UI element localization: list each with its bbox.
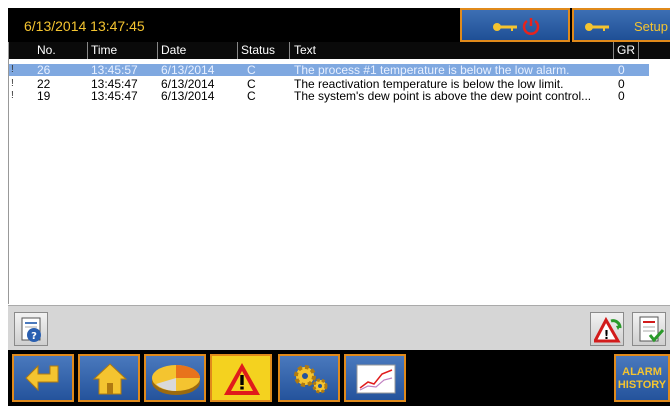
alarm-warning-icon xyxy=(224,363,260,395)
trends-button[interactable] xyxy=(344,354,406,402)
cell-status: C xyxy=(247,89,256,103)
help-button[interactable]: ? xyxy=(14,312,48,346)
column-header-text[interactable]: Text xyxy=(294,43,316,57)
cell-gr: 0 xyxy=(618,63,625,77)
top-bar: 6/13/2014 13:47:45 Setup xyxy=(8,8,670,42)
svg-text:?: ? xyxy=(31,331,37,342)
acknowledge-all-button[interactable] xyxy=(632,312,666,346)
cell-text: The process #1 temperature is below the … xyxy=(294,63,570,77)
cell-time: 13:45:57 xyxy=(91,63,138,77)
list-check-icon xyxy=(639,316,664,343)
table-header: No. Time Date Status Text GR xyxy=(9,42,670,59)
power-icon xyxy=(522,18,540,35)
key-icon xyxy=(493,23,517,31)
table-row[interactable]: ! 19 13:45:47 6/13/2014 C The system's d… xyxy=(9,90,649,102)
setup-button[interactable]: Setup xyxy=(572,8,670,42)
cell-no: 19 xyxy=(37,89,51,103)
column-header-no[interactable]: No. xyxy=(37,43,56,57)
alarm-history-label-line1: ALARM xyxy=(622,366,662,378)
alarm-flag: ! xyxy=(11,90,14,101)
key-icon xyxy=(585,23,609,31)
alarm-history-label-line2: HISTORY xyxy=(617,379,667,391)
column-header-time[interactable]: Time xyxy=(91,43,117,57)
column-header-date[interactable]: Date xyxy=(161,43,186,57)
cell-gr: 0 xyxy=(618,89,625,103)
pie-chart-icon xyxy=(152,365,200,395)
acknowledge-alarm-button[interactable]: ! xyxy=(590,312,624,346)
column-header-status[interactable]: Status xyxy=(241,43,275,57)
alarm-table: No. Time Date Status Text GR ! 26 13:45:… xyxy=(8,42,670,304)
setup-label: Setup xyxy=(634,19,668,34)
table-scroll-area[interactable] xyxy=(655,59,670,304)
svg-text:!: ! xyxy=(604,328,609,342)
current-datetime: 6/13/2014 13:47:45 xyxy=(24,18,145,34)
alarm-flag: ! xyxy=(11,78,14,89)
alarms-button[interactable] xyxy=(210,354,272,402)
trend-graph-icon xyxy=(356,364,396,394)
table-row[interactable]: ! 26 13:45:57 6/13/2014 C The process #1… xyxy=(9,64,649,76)
alarm-flag: ! xyxy=(11,64,14,75)
gears-icon xyxy=(294,365,328,394)
help-icon: ? xyxy=(21,317,41,342)
logout-button[interactable] xyxy=(460,8,570,42)
column-header-gr[interactable]: GR xyxy=(617,43,635,57)
cell-text: The system's dew point is above the dew … xyxy=(294,89,592,103)
alarm-refresh-icon: ! xyxy=(594,316,622,343)
home-button[interactable] xyxy=(78,354,140,402)
alarm-history-button[interactable]: ALARM HISTORY xyxy=(614,354,670,402)
home-icon xyxy=(92,363,128,395)
cell-no: 26 xyxy=(37,63,51,77)
cell-time: 13:45:47 xyxy=(91,89,138,103)
cell-status: C xyxy=(247,63,256,77)
back-button[interactable] xyxy=(12,354,74,402)
cell-date: 6/13/2014 xyxy=(161,89,215,103)
bottom-navigation: ALARM HISTORY xyxy=(8,350,670,406)
back-arrow-icon xyxy=(25,364,59,392)
alarm-toolbar: ? ! xyxy=(8,305,670,350)
cell-date: 6/13/2014 xyxy=(161,63,215,77)
overview-button[interactable] xyxy=(144,354,206,402)
settings-button[interactable] xyxy=(278,354,340,402)
